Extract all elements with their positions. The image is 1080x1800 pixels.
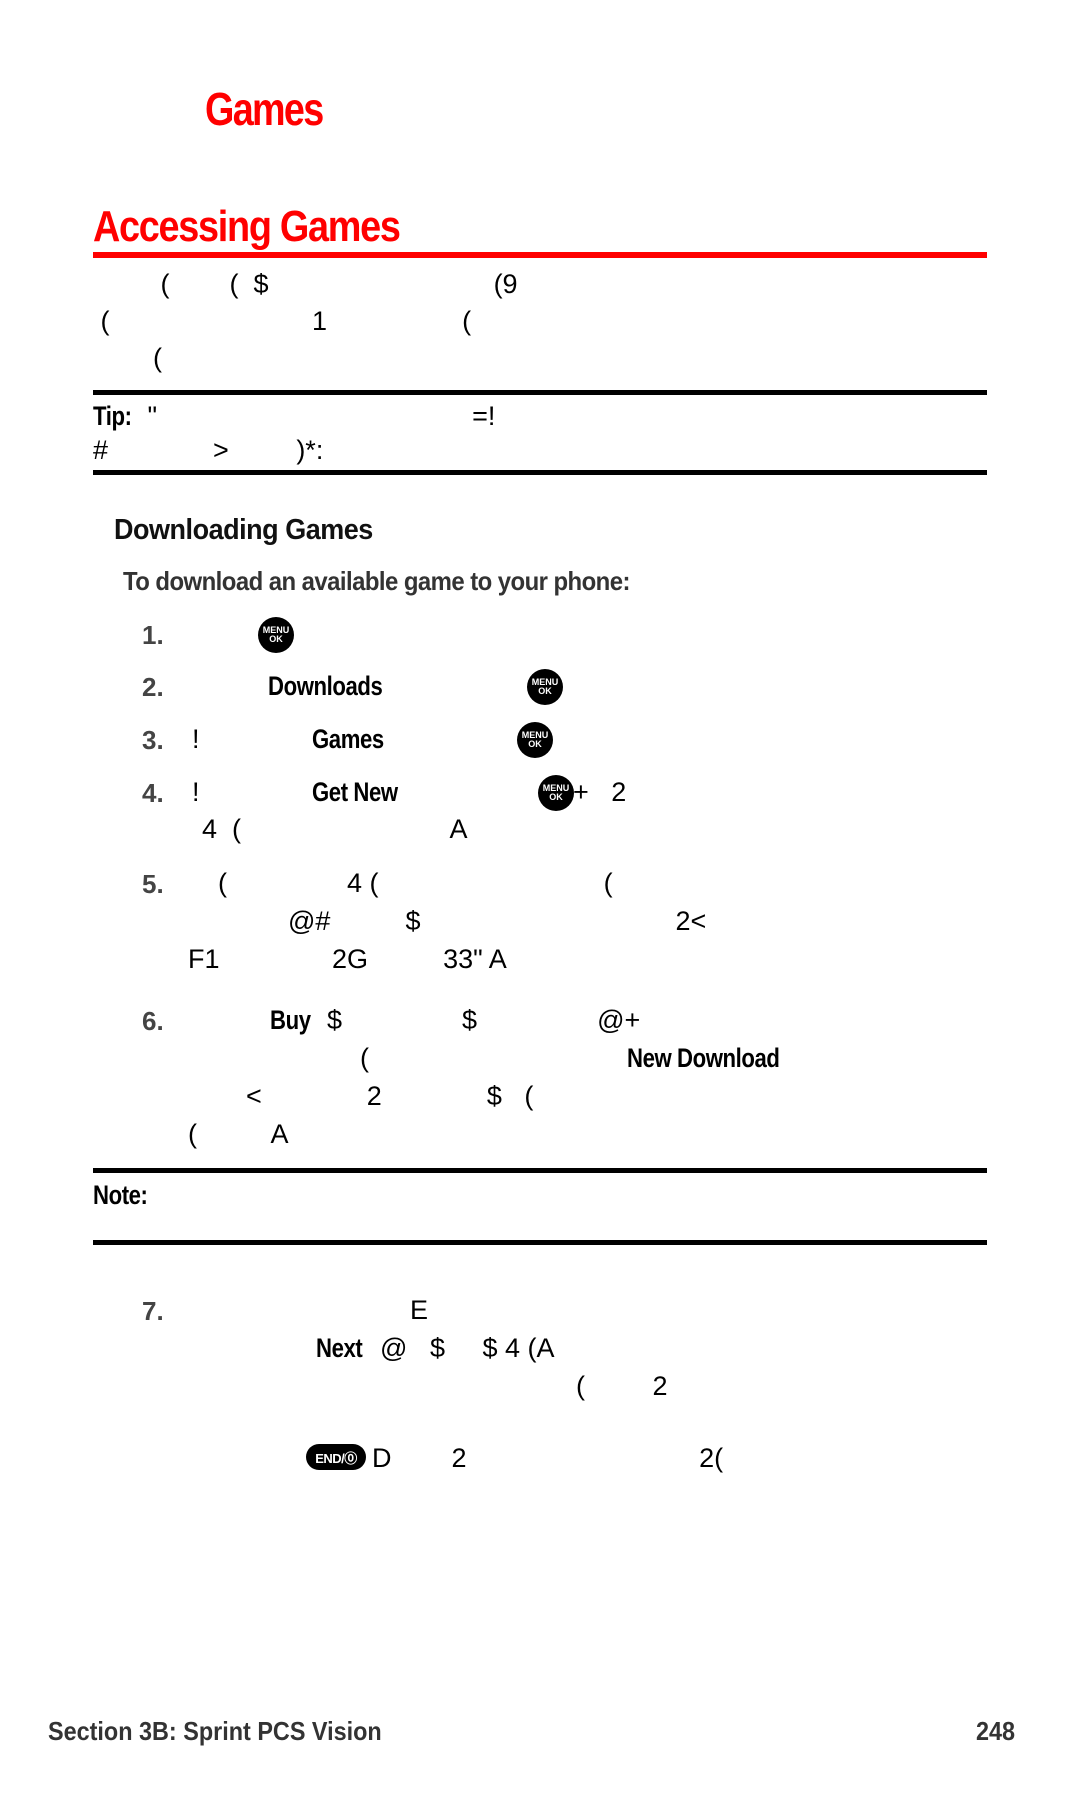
step-7-line-3: ( 2 xyxy=(576,1371,668,1401)
step-7-line-2: Next @ $ $ 4 (A xyxy=(316,1330,555,1367)
step-2-bold: Downloads xyxy=(268,671,383,701)
step-3-number: 3. xyxy=(142,725,164,755)
section-heading: Accessing Games xyxy=(93,202,401,251)
step-1-number: 1. xyxy=(142,620,164,650)
note-top-rule xyxy=(93,1168,987,1173)
footer-section: Section 3B: Sprint PCS Vision xyxy=(48,1716,382,1746)
note-bottom-rule xyxy=(93,1240,987,1245)
tip-top-rule xyxy=(93,390,987,395)
tip-text: " =! xyxy=(140,401,496,431)
page-number: 248 xyxy=(976,1716,1016,1746)
step-6-line-2-bold: New Download xyxy=(627,1043,780,1073)
step-4-after-key: + 2 xyxy=(573,777,627,807)
note-box: Note: xyxy=(93,1177,160,1214)
note-label: Note: xyxy=(93,1180,148,1210)
tip-label: Tip: xyxy=(93,401,132,431)
step-2-number: 2. xyxy=(142,672,164,702)
menu-ok-key-icon: MENU OK xyxy=(527,669,563,705)
step-6-line-2: ( xyxy=(360,1043,369,1073)
tip-line-1: Tip: " =! xyxy=(93,398,495,435)
procedure-intro: To download an available game to your ph… xyxy=(123,566,630,596)
intro-line-3: ( xyxy=(93,343,163,373)
step-6-bold: Buy xyxy=(270,1005,311,1035)
step-4-bold: Get New xyxy=(312,777,398,807)
step-3-bold: Games xyxy=(312,724,384,754)
step-7-line-1: E xyxy=(410,1295,429,1325)
step-7-bold: Next xyxy=(316,1333,363,1363)
tip-bottom-rule xyxy=(93,470,987,475)
subheading: Downloading Games xyxy=(114,514,373,546)
step-4-line-2: 4 ( A xyxy=(202,814,468,844)
menu-ok-key-icon: MENU OK xyxy=(538,775,574,811)
step-6-line-1: Buy $ $ @+ xyxy=(270,1002,640,1039)
step-4-number: 4. xyxy=(142,778,164,808)
step-6-line-4: ( A xyxy=(188,1119,289,1149)
step-3-prefix: ! xyxy=(192,724,200,754)
menu-ok-key-icon: MENU OK xyxy=(517,722,553,758)
menu-ok-key-icon: MENU OK xyxy=(258,617,294,653)
step-5-line-1: ( 4 ( ( xyxy=(218,868,613,898)
step-7-line-5: D 2 2( xyxy=(372,1443,724,1473)
intro-line-1: ( ( $ (9 xyxy=(93,269,518,299)
step-5-number: 5. xyxy=(142,869,164,899)
tip-line-2: # > )*: xyxy=(93,435,324,465)
step-3-text: Games xyxy=(312,721,400,758)
step-5-line-2: @# $ 2< xyxy=(288,906,707,936)
step-6-line-3: < 2 $ ( xyxy=(246,1081,534,1111)
chapter-title: Games xyxy=(205,83,324,135)
step-4-text: Get New xyxy=(312,774,417,811)
step-5-line-3: F1 2G 33" A xyxy=(188,944,507,974)
step-2-text: Downloads xyxy=(268,668,408,705)
end-key-icon: END/⓪ xyxy=(306,1444,366,1470)
step-7-number: 7. xyxy=(142,1296,164,1326)
step-4-prefix: ! xyxy=(192,777,200,807)
intro-line-2: ( 1 ( xyxy=(93,306,472,336)
section-divider xyxy=(93,252,987,258)
step-6-number: 6. xyxy=(142,1006,164,1036)
